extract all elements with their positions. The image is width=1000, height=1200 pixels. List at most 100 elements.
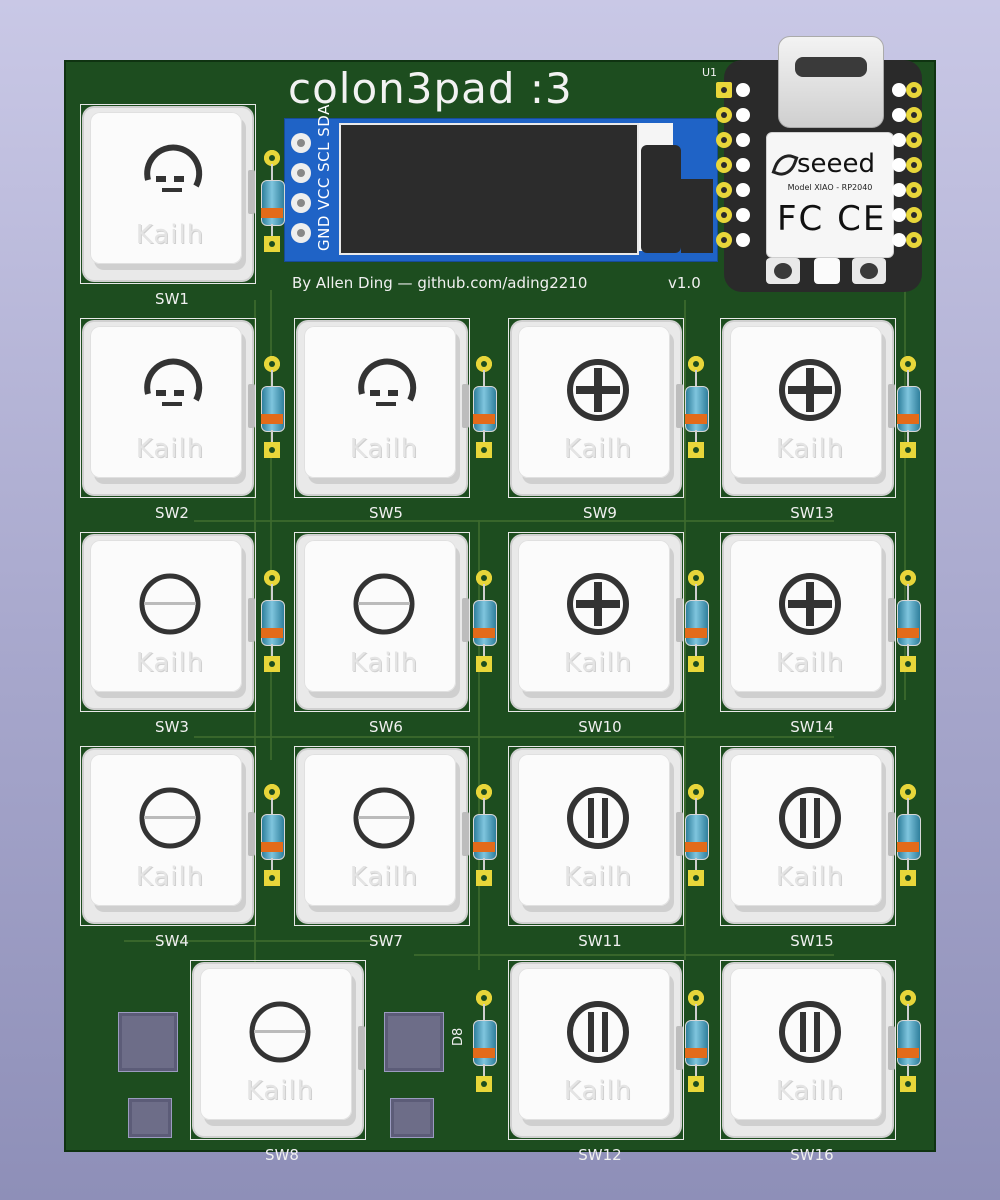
xiao-castellation [736, 208, 750, 222]
xiao-pin-pad [906, 107, 922, 123]
stem-icon [134, 354, 206, 426]
d8-label: D8 [451, 1027, 466, 1046]
smd-pad [390, 1098, 434, 1138]
oled-screen [339, 123, 639, 255]
diode-cathode-band [261, 842, 283, 852]
key-switch-sw3[interactable]: Kailh [80, 532, 256, 712]
keycap[interactable]: Kailh [518, 968, 670, 1120]
keycap[interactable]: Kailh [730, 968, 882, 1120]
keycap[interactable]: Kailh [518, 540, 670, 692]
key-switch-sw9[interactable]: Kailh [508, 318, 684, 498]
stem-icon [348, 354, 420, 426]
key-switch-sw2[interactable]: Kailh [80, 318, 256, 498]
diode-cathode-band [897, 1048, 919, 1058]
certification-marks: FC CE [777, 199, 887, 239]
switch-label-sw2: SW2 [155, 504, 189, 522]
key-switch-sw16[interactable]: Kailh [720, 960, 896, 1140]
diode-body [897, 814, 921, 860]
oled-pin-sda [291, 223, 311, 243]
switch-label-sw6: SW6 [369, 718, 403, 736]
key-switch-sw12[interactable]: Kailh [508, 960, 684, 1140]
stem-icon [562, 568, 634, 640]
diode [258, 570, 286, 674]
keycap[interactable]: Kailh [90, 326, 242, 478]
diode-pad-square [264, 870, 280, 886]
keycap[interactable]: Kailh [730, 326, 882, 478]
version-text: v1.0 [668, 274, 701, 292]
keycap[interactable]: Kailh [518, 326, 670, 478]
diode [894, 784, 922, 888]
keycap[interactable]: Kailh [200, 968, 352, 1120]
keycap[interactable]: Kailh [304, 540, 456, 692]
stem-icon [134, 782, 206, 854]
switch-label-sw13: SW13 [790, 504, 834, 522]
switch-brand: Kailh [775, 434, 845, 464]
key-switch-sw4[interactable]: Kailh [80, 746, 256, 926]
diode [682, 784, 710, 888]
key-switch-sw13[interactable]: Kailh [720, 318, 896, 498]
diode-body [897, 386, 921, 432]
stem-icon [774, 996, 846, 1068]
key-switch-sw6[interactable]: Kailh [294, 532, 470, 712]
diode-pad-square [900, 1076, 916, 1092]
switch-label-sw16: SW16 [790, 1146, 834, 1164]
diode-body [261, 600, 285, 646]
xiao-castellation [736, 83, 750, 97]
diode-pad-square [688, 1076, 704, 1092]
reset-button[interactable] [852, 258, 886, 284]
switch-tab [462, 812, 469, 856]
xiao-pin-pad [906, 232, 922, 248]
keycap[interactable]: Kailh [90, 754, 242, 906]
diode-body [685, 1020, 709, 1066]
keycap[interactable]: Kailh [304, 754, 456, 906]
seeed-logo-icon [771, 150, 799, 180]
keycap[interactable]: Kailh [730, 540, 882, 692]
keycap[interactable]: Kailh [90, 112, 242, 264]
switch-label-sw15: SW15 [790, 932, 834, 950]
smd-pad [384, 1012, 444, 1072]
switch-tab [248, 812, 255, 856]
xiao-model: Model XIAO - RP2040 [787, 183, 873, 192]
keycap[interactable]: Kailh [730, 754, 882, 906]
diode-pad-square [264, 442, 280, 458]
key-switch-sw11[interactable]: Kailh [508, 746, 684, 926]
diode [470, 990, 498, 1094]
key-switch-sw7[interactable]: Kailh [294, 746, 470, 926]
switch-label-sw1: SW1 [155, 290, 189, 308]
diode-cathode-band [473, 1048, 495, 1058]
key-switch-sw8[interactable]: Kailh [190, 960, 366, 1140]
switch-brand: Kailh [563, 648, 633, 678]
xiao-pin-pad [716, 107, 732, 123]
diode-pad-square [688, 656, 704, 672]
xiao-pin-pad [716, 132, 732, 148]
boot-button[interactable] [766, 258, 800, 284]
keycap[interactable]: Kailh [90, 540, 242, 692]
smd-pad [128, 1098, 172, 1138]
key-switch-sw10[interactable]: Kailh [508, 532, 684, 712]
rf-shield: seeed Model XIAO - RP2040 FC CE [766, 132, 894, 258]
key-switch-sw15[interactable]: Kailh [720, 746, 896, 926]
diode-body [685, 600, 709, 646]
key-switch-sw5[interactable]: Kailh [294, 318, 470, 498]
switch-brand: Kailh [135, 862, 205, 892]
key-switch-sw1[interactable]: Kailh [80, 104, 256, 284]
keycap[interactable]: Kailh [518, 754, 670, 906]
diode-pad-square [264, 656, 280, 672]
diode-pad-square [900, 870, 916, 886]
xiao-pin-pad [906, 207, 922, 223]
diode-cathode-band [473, 842, 495, 852]
oled-pin-gnd [291, 133, 311, 153]
stem-icon [774, 354, 846, 426]
oled-pin-vcc [291, 163, 311, 183]
diode [258, 150, 286, 254]
switch-tab [462, 598, 469, 642]
diode-pad-square [476, 442, 492, 458]
keycap[interactable]: Kailh [304, 326, 456, 478]
diode-pad-square [688, 870, 704, 886]
switch-tab [248, 384, 255, 428]
key-switch-sw14[interactable]: Kailh [720, 532, 896, 712]
diode-pad-square [900, 656, 916, 672]
xiao-castellation [736, 133, 750, 147]
xiao-castellation [736, 233, 750, 247]
diode-pad-square [688, 442, 704, 458]
